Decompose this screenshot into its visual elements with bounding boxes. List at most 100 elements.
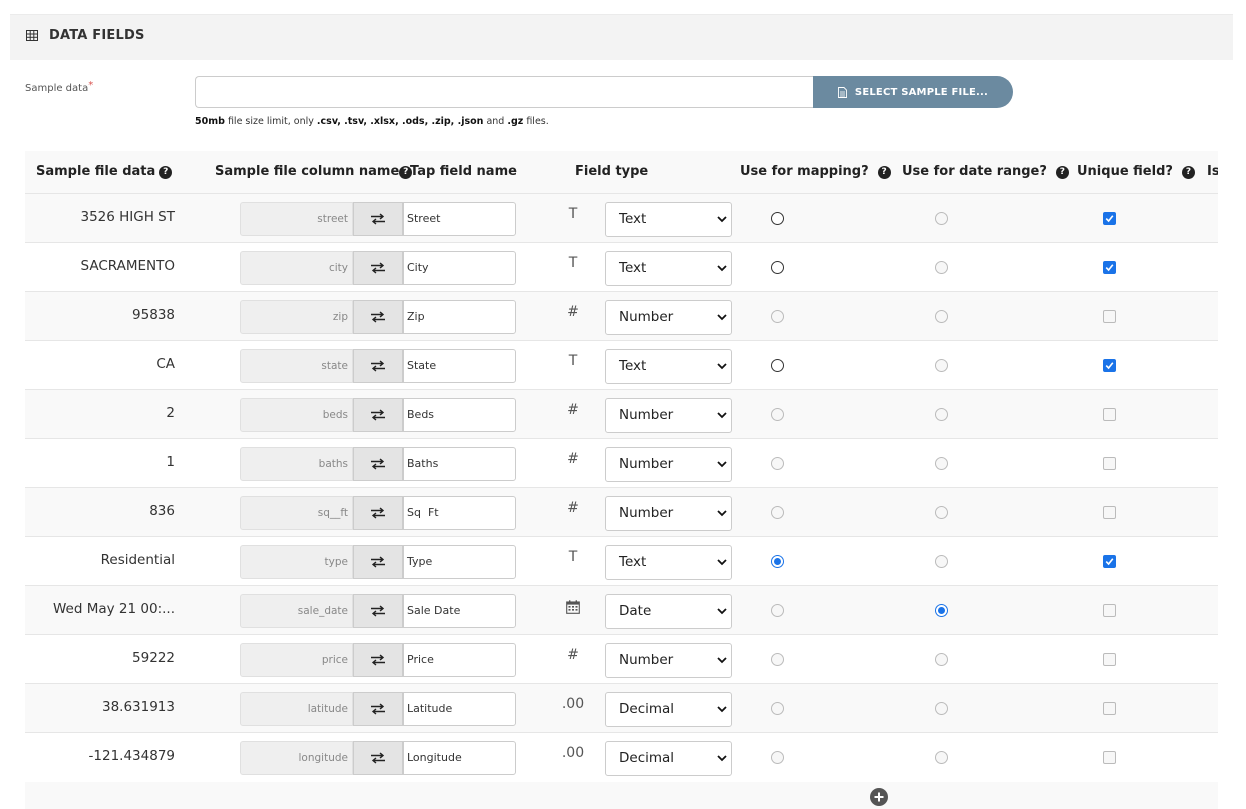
- sample-value: -121.434879: [88, 748, 175, 764]
- tap-field-name-input[interactable]: Latitude: [403, 692, 516, 726]
- data-fields-header: DATA FIELDS: [10, 14, 1233, 60]
- help-icon[interactable]: ?: [1055, 166, 1069, 179]
- field-type-icon: #: [567, 500, 579, 516]
- use-for-mapping-radio: [771, 604, 784, 617]
- field-type-icon: .00: [561, 696, 585, 712]
- select-sample-file-button[interactable]: SELECT SAMPLE FILE...: [813, 76, 1013, 108]
- help-icon[interactable]: ?: [159, 166, 173, 179]
- use-for-date-range-radio: [935, 310, 948, 323]
- tap-field-name-input[interactable]: Zip: [403, 300, 516, 334]
- table-row: 38.631913 latitude Latitude .00 Decimal: [25, 683, 1218, 732]
- field-type-select[interactable]: Decimal: [605, 692, 732, 727]
- tap-field-name-input[interactable]: Longitude: [403, 741, 516, 775]
- field-type-select[interactable]: Number: [605, 398, 732, 433]
- swap-button[interactable]: [353, 496, 403, 530]
- swap-button[interactable]: [353, 447, 403, 481]
- field-type-select[interactable]: Decimal: [605, 741, 732, 776]
- tap-field-name-input[interactable]: Street: [403, 202, 516, 236]
- field-type-value: Number: [619, 652, 674, 668]
- field-type-select[interactable]: Text: [605, 545, 732, 580]
- unique-field-checkbox: [1103, 310, 1116, 323]
- table-row: 59222 price Price # Number: [25, 634, 1218, 683]
- swap-button[interactable]: [353, 741, 403, 775]
- field-type-select[interactable]: Number: [605, 643, 732, 678]
- tap-field-name-input[interactable]: Sq Ft: [403, 496, 516, 530]
- swap-button[interactable]: [353, 300, 403, 334]
- swap-icon: [371, 605, 385, 617]
- sample-value: Residential: [100, 552, 175, 568]
- unique-field-checkbox: [1103, 604, 1116, 617]
- unique-field-checkbox[interactable]: [1103, 212, 1116, 225]
- swap-button[interactable]: [353, 594, 403, 628]
- swap-icon: [371, 360, 385, 372]
- table-row: 3526 HIGH ST street Street T Text: [25, 193, 1218, 242]
- field-type-select[interactable]: Number: [605, 496, 732, 531]
- field-type-select[interactable]: Number: [605, 447, 732, 482]
- swap-icon: [371, 213, 385, 225]
- use-for-date-range-radio: [935, 506, 948, 519]
- swap-button[interactable]: [353, 349, 403, 383]
- field-type-value: Number: [619, 456, 674, 472]
- use-for-mapping-radio: [771, 408, 784, 421]
- field-type-value: Text: [619, 358, 647, 374]
- use-for-date-range-radio[interactable]: [935, 604, 948, 617]
- unique-field-checkbox[interactable]: [1103, 555, 1116, 568]
- sample-value: 2: [166, 405, 175, 421]
- check-icon: [1105, 215, 1114, 223]
- table-row: Wed May 21 00:... sale_date Sale Date Date: [25, 585, 1218, 634]
- table-row: SACRAMENTO city City T Text: [25, 242, 1218, 291]
- use-for-date-range-radio: [935, 702, 948, 715]
- table-grid-icon: [26, 30, 38, 41]
- sample-column-name: sale_date: [240, 594, 353, 628]
- header-tap-field-name: Tap field name: [410, 164, 517, 179]
- unique-field-checkbox: [1103, 751, 1116, 764]
- unique-field-checkbox[interactable]: [1103, 359, 1116, 372]
- field-type-select[interactable]: Number: [605, 300, 732, 335]
- tap-field-name-input[interactable]: State: [403, 349, 516, 383]
- swap-button[interactable]: [353, 545, 403, 579]
- field-type-icon: T: [568, 255, 578, 271]
- section-title: DATA FIELDS: [49, 28, 145, 43]
- use-for-mapping-radio[interactable]: [771, 555, 784, 568]
- help-icon[interactable]: ?: [1181, 166, 1195, 179]
- chevron-down-icon: [717, 657, 727, 664]
- swap-button[interactable]: [353, 202, 403, 236]
- use-for-mapping-radio[interactable]: [771, 261, 784, 274]
- sample-file-input[interactable]: [195, 76, 815, 108]
- use-for-mapping-radio[interactable]: [771, 359, 784, 372]
- use-for-mapping-radio[interactable]: [771, 212, 784, 225]
- tap-field-name-input[interactable]: Price: [403, 643, 516, 677]
- sample-value: SACRAMENTO: [80, 258, 175, 274]
- swap-button[interactable]: [353, 692, 403, 726]
- check-icon: [1105, 264, 1114, 272]
- chevron-down-icon: [717, 363, 727, 370]
- tap-field-name-input[interactable]: Beds: [403, 398, 516, 432]
- tap-field-name-input[interactable]: Type: [403, 545, 516, 579]
- field-type-select[interactable]: Date: [605, 594, 732, 629]
- header-is: Is: [1207, 164, 1218, 179]
- sample-value: Wed May 21 00:...: [53, 601, 175, 617]
- sample-column-name: latitude: [240, 692, 353, 726]
- field-type-value: Decimal: [619, 701, 675, 717]
- chevron-down-icon: [717, 314, 727, 321]
- tap-field-name-input[interactable]: Baths: [403, 447, 516, 481]
- swap-icon: [371, 409, 385, 421]
- add-field-button[interactable]: [870, 788, 888, 806]
- chevron-down-icon: [717, 510, 727, 517]
- tap-field-name-input[interactable]: City: [403, 251, 516, 285]
- tap-field-name-input[interactable]: Sale Date: [403, 594, 516, 628]
- field-type-select[interactable]: Text: [605, 251, 732, 286]
- swap-button[interactable]: [353, 643, 403, 677]
- unique-field-checkbox: [1103, 702, 1116, 715]
- field-type-icon: T: [568, 353, 578, 369]
- chevron-down-icon: [717, 461, 727, 468]
- swap-button[interactable]: [353, 398, 403, 432]
- field-type-select[interactable]: Text: [605, 349, 732, 384]
- header-sample-file-data: Sample file data?: [36, 164, 173, 179]
- use-for-date-range-radio: [935, 261, 948, 274]
- help-icon[interactable]: ?: [877, 166, 891, 179]
- field-type-select[interactable]: Text: [605, 202, 732, 237]
- unique-field-checkbox[interactable]: [1103, 261, 1116, 274]
- field-type-icon: #: [567, 451, 579, 467]
- swap-button[interactable]: [353, 251, 403, 285]
